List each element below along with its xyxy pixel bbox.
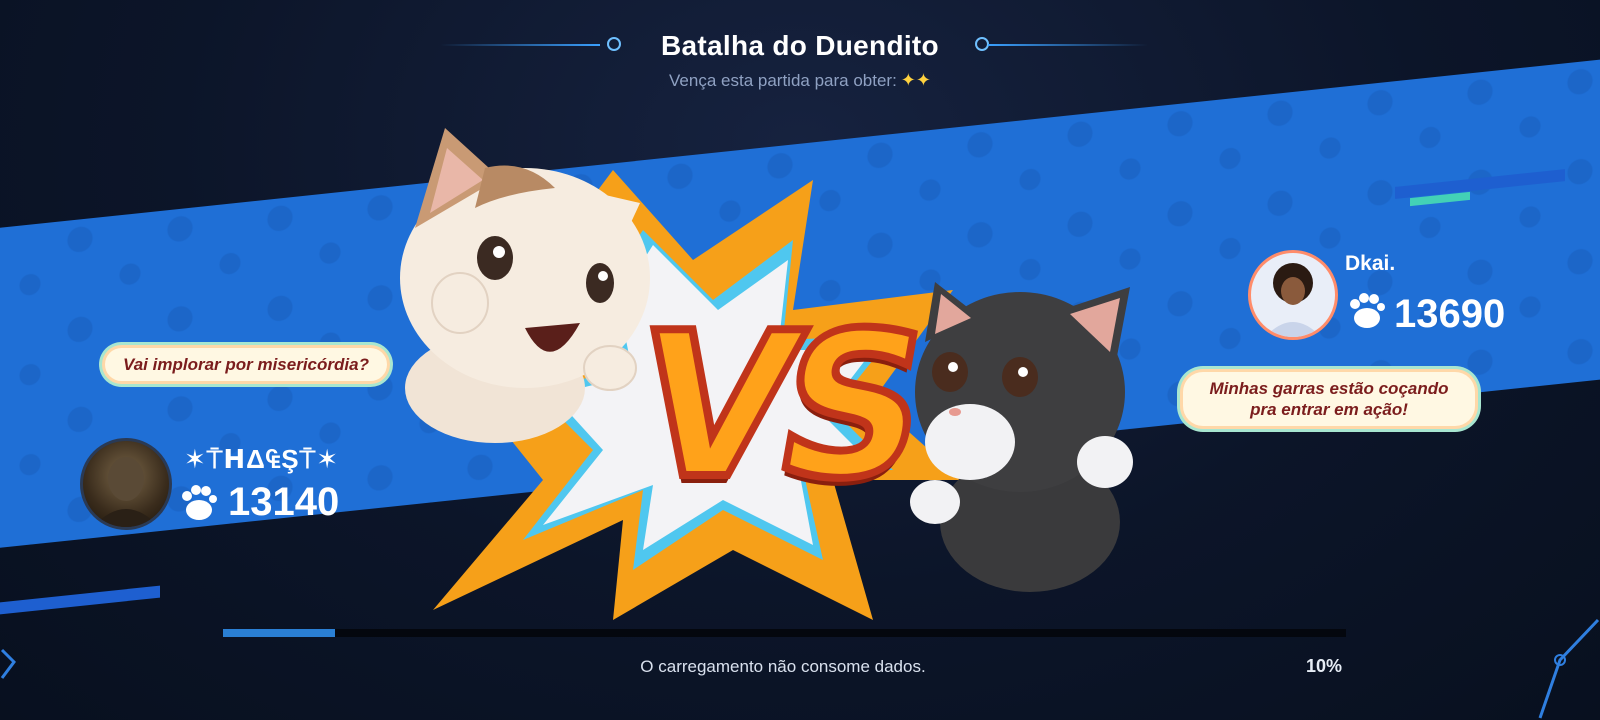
left-player-score: 13140 [228, 480, 340, 524]
title-decor-dot-right [975, 37, 989, 51]
curly-hair-boy-avatar-icon [1265, 263, 1321, 337]
left-player-avatar[interactable] [80, 438, 172, 530]
paw-score-icon [1350, 293, 1385, 328]
vs-label: VS [615, 286, 935, 527]
right-taunt-bubble: Minhas garras estão coçando pra entrar e… [1183, 372, 1475, 426]
black-cat-character [910, 282, 1133, 592]
sparkle-stars-icon: ✦✦ [900, 70, 931, 90]
loading-progress-fill [223, 629, 336, 637]
loading-percent: 10% [1306, 656, 1343, 676]
cream-cat-character [400, 128, 650, 443]
right-player-avatar[interactable] [1248, 250, 1338, 340]
loading-progress-bar [223, 629, 1346, 637]
header: Batalha do Duendito [0, 30, 1600, 70]
paw-score-icon [182, 485, 217, 520]
dark-warrior-avatar-icon [93, 457, 159, 527]
right-player-name: Dkai. [1345, 252, 1396, 275]
right-player-score: 13690 [1394, 292, 1506, 336]
reward-subtitle-text: Vença esta partida para obter: [669, 71, 897, 90]
left-taunt-bubble: Vai implorar por misericórdia? [105, 348, 387, 381]
battle-title: Batalha do Duendito [661, 30, 939, 61]
battle-loading-screen: Batalha do Duendito Vença esta partida p… [0, 0, 1600, 720]
title-decor-line-right [988, 44, 1148, 46]
banner-stripe-bottom-left [0, 585, 160, 615]
left-player-name: ✶⍑ꓧΔ₠Ş⍑✶ [184, 444, 340, 474]
